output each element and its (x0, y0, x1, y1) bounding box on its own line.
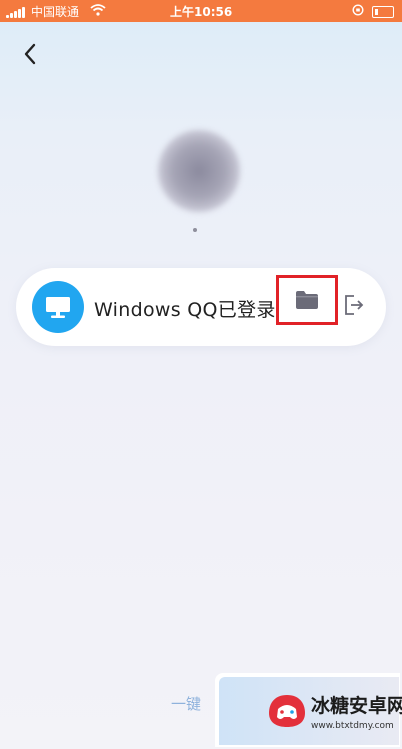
avatar (158, 130, 240, 212)
orientation-lock-icon (352, 4, 364, 19)
status-bar: 中国联通 上午10:56 (0, 0, 402, 22)
status-time: 上午10:56 (170, 5, 233, 19)
device-card: Windows QQ已登录 (16, 268, 386, 346)
back-button[interactable] (18, 40, 42, 68)
wifi-icon (90, 4, 106, 19)
chevron-left-icon (24, 43, 36, 65)
monitor-icon (46, 297, 70, 318)
one-click-link[interactable]: 一键 (171, 693, 201, 714)
files-button[interactable] (276, 275, 338, 325)
status-dot (193, 228, 197, 232)
carrier-label: 中国联通 (31, 5, 80, 19)
device-icon-badge (32, 281, 84, 333)
watermark-background: 冰糖安卓网 www.btxtdmy.com (219, 677, 402, 745)
status-left: 中国联通 (6, 3, 106, 20)
signal-icon (6, 6, 25, 18)
watermark-title: 冰糖安卓网 (311, 695, 402, 717)
gamepad-logo-icon (269, 695, 305, 727)
battery-icon (372, 5, 394, 18)
status-right (352, 4, 394, 19)
logout-icon (345, 295, 364, 315)
watermark: 冰糖安卓网 www.btxtdmy.com (215, 673, 402, 747)
logout-button[interactable] (342, 292, 366, 318)
folder-icon (296, 291, 318, 309)
device-status-label: Windows QQ已登录 (94, 299, 276, 321)
watermark-url: www.btxtdmy.com (311, 721, 394, 731)
